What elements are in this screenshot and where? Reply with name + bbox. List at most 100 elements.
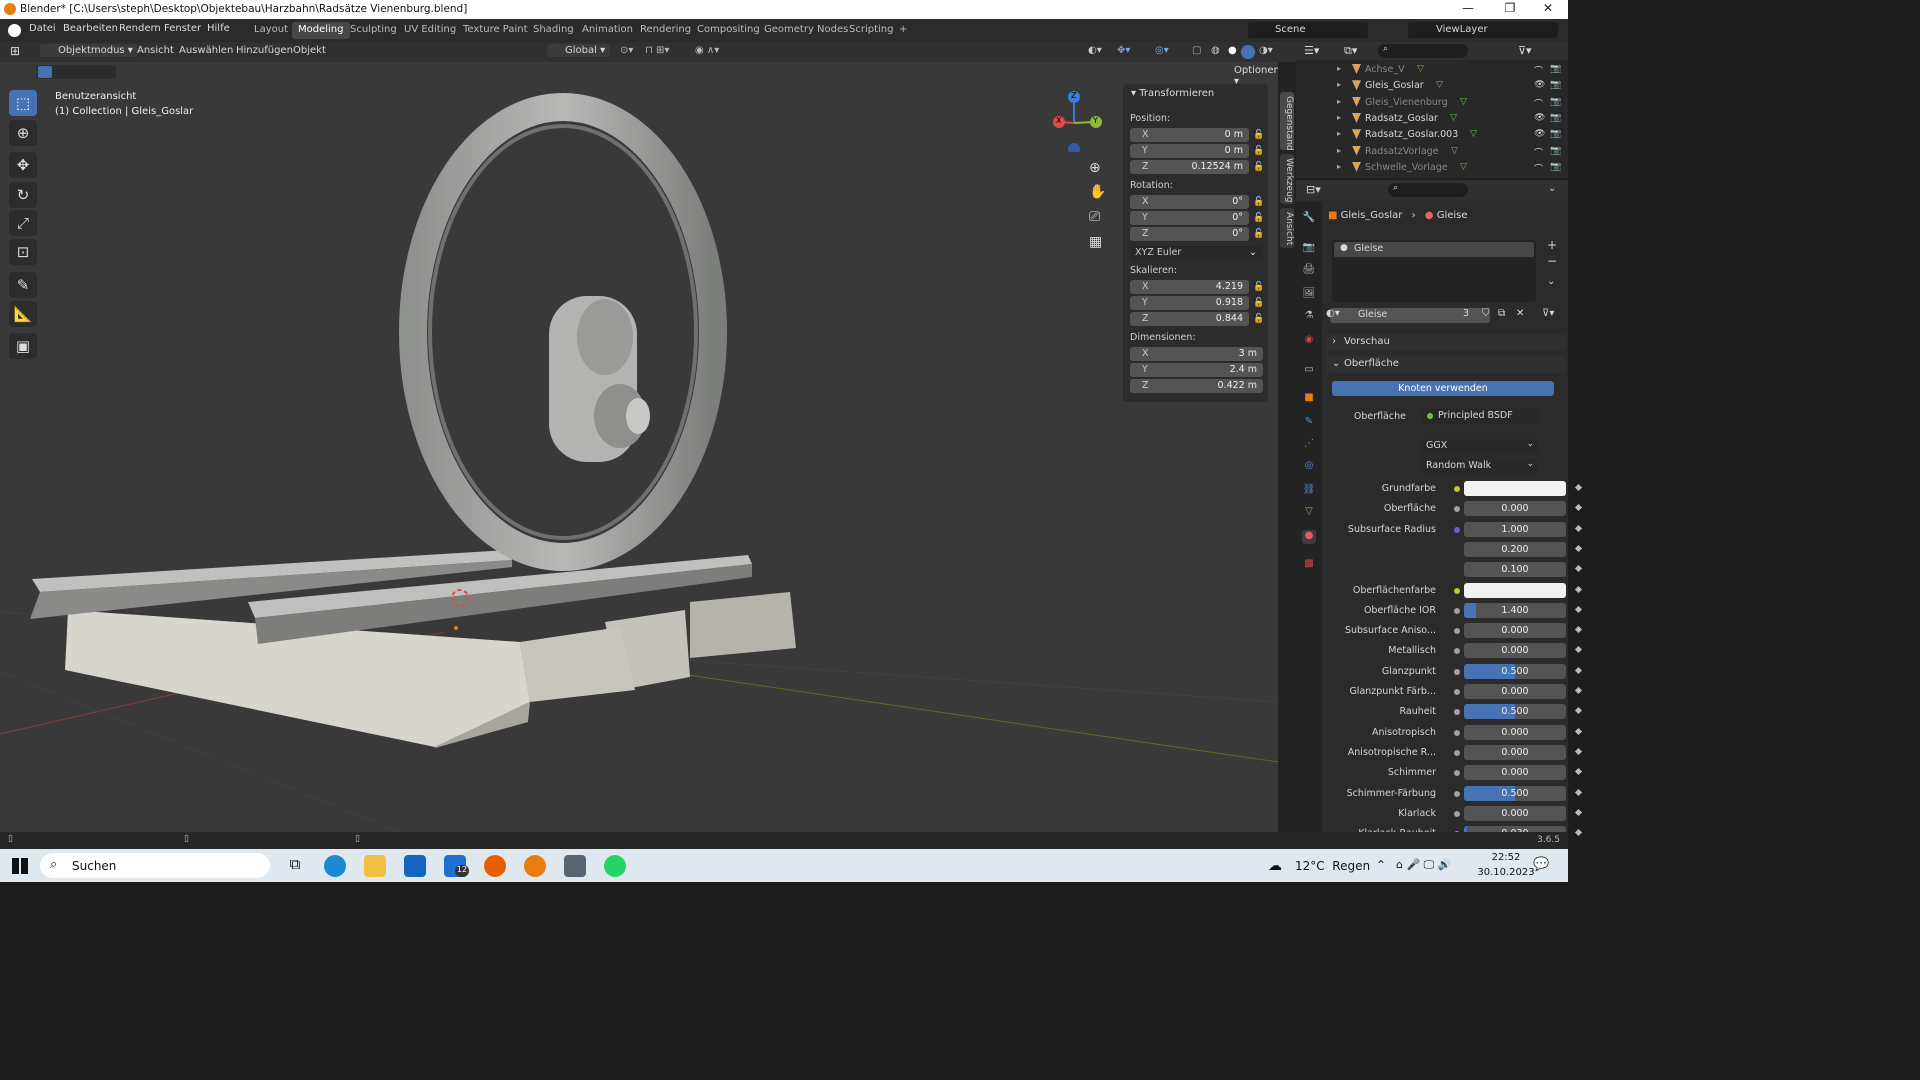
world-tab-icon[interactable]: ◉ — [1302, 334, 1316, 348]
move-tool-icon[interactable]: ✥ — [9, 152, 37, 178]
input-socket-icon[interactable] — [1454, 749, 1460, 756]
file-explorer-icon[interactable] — [364, 855, 386, 877]
dimension-x-field[interactable]: X 3 m — [1130, 347, 1263, 361]
camera-icon[interactable]: 📷 — [1550, 64, 1561, 74]
shading-solid-icon[interactable]: ● — [1228, 45, 1237, 56]
navigation-gizmo[interactable]: Z Y X — [1045, 90, 1107, 155]
value-slider[interactable]: 0.000 — [1464, 765, 1566, 781]
tray-chevron-up-icon[interactable]: ⌃ — [1376, 858, 1386, 872]
outliner-item[interactable]: ▸ Achse_V ⌒ 📷 ▽ — [1296, 62, 1568, 78]
keyframe-dot-icon[interactable] — [1574, 768, 1583, 776]
color-swatch[interactable] — [1464, 481, 1566, 496]
value-slider[interactable]: 0.000 — [1464, 684, 1566, 699]
lock-icon[interactable]: 🔓 — [1253, 130, 1264, 140]
outliner-item[interactable]: ▸ Radsatz_Goslar.003 👁 📷 ▽ — [1296, 127, 1568, 143]
tab-compositing[interactable]: Compositing — [691, 22, 766, 39]
fake-user-shield-icon[interactable]: ⛉ — [1482, 308, 1490, 319]
scale-x-field[interactable]: X 4.219 — [1130, 280, 1249, 294]
value-slider[interactable]: 0.000 — [1464, 805, 1566, 821]
eye-icon[interactable]: 👁 — [1534, 129, 1545, 139]
dimension-y-field[interactable]: Y 2.4 m — [1130, 363, 1263, 377]
microsoft-store-icon[interactable] — [404, 855, 426, 877]
input-socket-icon[interactable] — [1454, 526, 1460, 533]
value-slider[interactable]: 0.000 — [1464, 643, 1566, 659]
menu-auswaehlen[interactable]: Auswählen — [179, 45, 233, 56]
value-slider[interactable]: 0.100 — [1464, 562, 1566, 578]
rotate-tool-icon[interactable]: ↻ — [9, 182, 37, 208]
input-socket-icon[interactable] — [1454, 709, 1460, 716]
menu-bearbeiten[interactable]: Bearbeiten — [63, 23, 118, 34]
outliner-display-mode-icon[interactable]: ☰▾ — [1304, 44, 1319, 57]
camera-icon[interactable]: 📷 — [1550, 113, 1561, 123]
tab-modeling[interactable]: Modeling — [292, 22, 350, 39]
tab-animation[interactable]: Animation — [576, 22, 639, 39]
expand-triangle-icon[interactable]: ▸ — [1337, 80, 1341, 89]
whatsapp-icon[interactable] — [604, 855, 626, 877]
tab-ansicht[interactable]: Ansicht — [1280, 208, 1294, 248]
input-socket-icon[interactable] — [1454, 607, 1460, 614]
lock-icon[interactable]: 🔓 — [1253, 314, 1264, 324]
input-socket-icon[interactable] — [1454, 810, 1460, 817]
keyframe-dot-icon[interactable] — [1574, 808, 1583, 816]
keyframe-dot-icon[interactable] — [1574, 727, 1583, 735]
scene-selector[interactable]: Scene — [1248, 22, 1368, 38]
keyframe-dot-icon[interactable] — [1574, 829, 1583, 837]
render-tab-icon[interactable]: 📷 — [1302, 242, 1316, 256]
transform-orientation-dropdown[interactable]: Global ▾ — [547, 44, 611, 57]
select-set-icon[interactable] — [38, 66, 52, 78]
preview-panel-header[interactable]: › Vorschau — [1326, 334, 1566, 351]
keyframe-dot-icon[interactable] — [1574, 544, 1583, 552]
sleeper-3[interactable] — [690, 592, 796, 658]
eye-icon[interactable]: ⌒ — [1534, 97, 1543, 110]
perspective-grid-icon[interactable]: ▦ — [1089, 234, 1102, 250]
outliner-item[interactable]: ▸ RadsatzVorlage ⌒ 📷 ▽ — [1296, 144, 1568, 160]
notification-icon[interactable]: 💬 — [1533, 857, 1549, 872]
zoom-icon[interactable]: ⊕ — [1089, 160, 1101, 176]
properties-editor-type-icon[interactable]: ⊟▾ — [1306, 183, 1321, 196]
lock-icon[interactable]: 🔓 — [1253, 282, 1264, 292]
pivot-icon[interactable]: ⊙▾ — [620, 45, 633, 56]
minimize-button[interactable]: — — [1448, 1, 1488, 18]
windows-start-icon[interactable] — [12, 858, 28, 874]
material-slot-item[interactable]: ● Gleise — [1334, 242, 1534, 257]
weather-text[interactable]: 12°C Regen — [1295, 859, 1370, 873]
tab-sculpting[interactable]: Sculpting — [344, 22, 403, 39]
outliner-item[interactable]: ▸ Radsatz_Goslar 👁 📷 ▽ — [1296, 111, 1568, 127]
keyframe-dot-icon[interactable] — [1574, 747, 1583, 755]
material-link-icon[interactable]: ⊽▾ — [1542, 308, 1554, 319]
viewport-scene[interactable] — [0, 62, 1278, 832]
output-tab-icon[interactable]: 🖨 — [1302, 264, 1316, 278]
texture-tab-icon[interactable]: ▩ — [1302, 558, 1316, 572]
tab-rendering[interactable]: Rendering — [634, 22, 697, 39]
surface-panel-header[interactable]: ⌄ Oberfläche — [1326, 356, 1566, 373]
tab-layout[interactable]: Layout — [248, 22, 294, 39]
blender-taskbar-icon[interactable] — [524, 855, 546, 877]
expand-triangle-icon[interactable]: ▸ — [1337, 113, 1341, 122]
3d-viewport[interactable]: ⬚ ⊕ ✥ ↻ ⤢ ⊡ ✎ 📐 ▣ Benutzeransicht (1) Co… — [0, 62, 1278, 832]
material-tab-icon[interactable]: ● — [1302, 530, 1316, 544]
outliner-filter-icon[interactable]: ⧉▾ — [1344, 44, 1357, 58]
scene-tab-icon[interactable]: ⚗ — [1302, 310, 1316, 324]
input-socket-icon[interactable] — [1454, 648, 1460, 655]
pan-hand-icon[interactable]: ✋ — [1089, 184, 1106, 200]
cursor-tool-icon[interactable]: ⊕ — [9, 120, 37, 146]
position-y-field[interactable]: Y 0 m — [1130, 144, 1249, 158]
keyframe-dot-icon[interactable] — [1574, 605, 1583, 613]
particles-tab-icon[interactable]: ⋰ — [1302, 438, 1316, 452]
keyframe-dot-icon[interactable] — [1574, 483, 1583, 492]
close-button[interactable]: ✕ — [1528, 1, 1568, 18]
menu-fenster[interactable]: Fenster — [164, 23, 201, 34]
value-slider[interactable]: 0.500 — [1464, 785, 1566, 801]
expand-triangle-icon[interactable]: ▸ — [1337, 146, 1341, 155]
material-slot-list[interactable]: ● Gleise — [1332, 240, 1536, 302]
shading-wireframe-icon[interactable]: ◍ — [1211, 45, 1220, 56]
outliner-item[interactable]: ▸ Schwelle_Vorlage ⌒ 📷 ▽ — [1296, 160, 1568, 176]
tray-icons[interactable]: ⌂ 🎤 🖵 🔊 — [1396, 858, 1451, 872]
tab-werkzeug[interactable]: Werkzeug — [1280, 154, 1294, 204]
input-socket-icon[interactable] — [1454, 689, 1460, 695]
camera-icon[interactable]: ⎚ — [1089, 209, 1100, 225]
overlay-toggle-icon[interactable]: ◎▾ — [1155, 45, 1169, 56]
mail-icon[interactable]: 12 — [444, 855, 469, 877]
keyframe-dot-icon[interactable] — [1574, 666, 1583, 674]
value-slider[interactable]: 0.000 — [1464, 501, 1566, 517]
